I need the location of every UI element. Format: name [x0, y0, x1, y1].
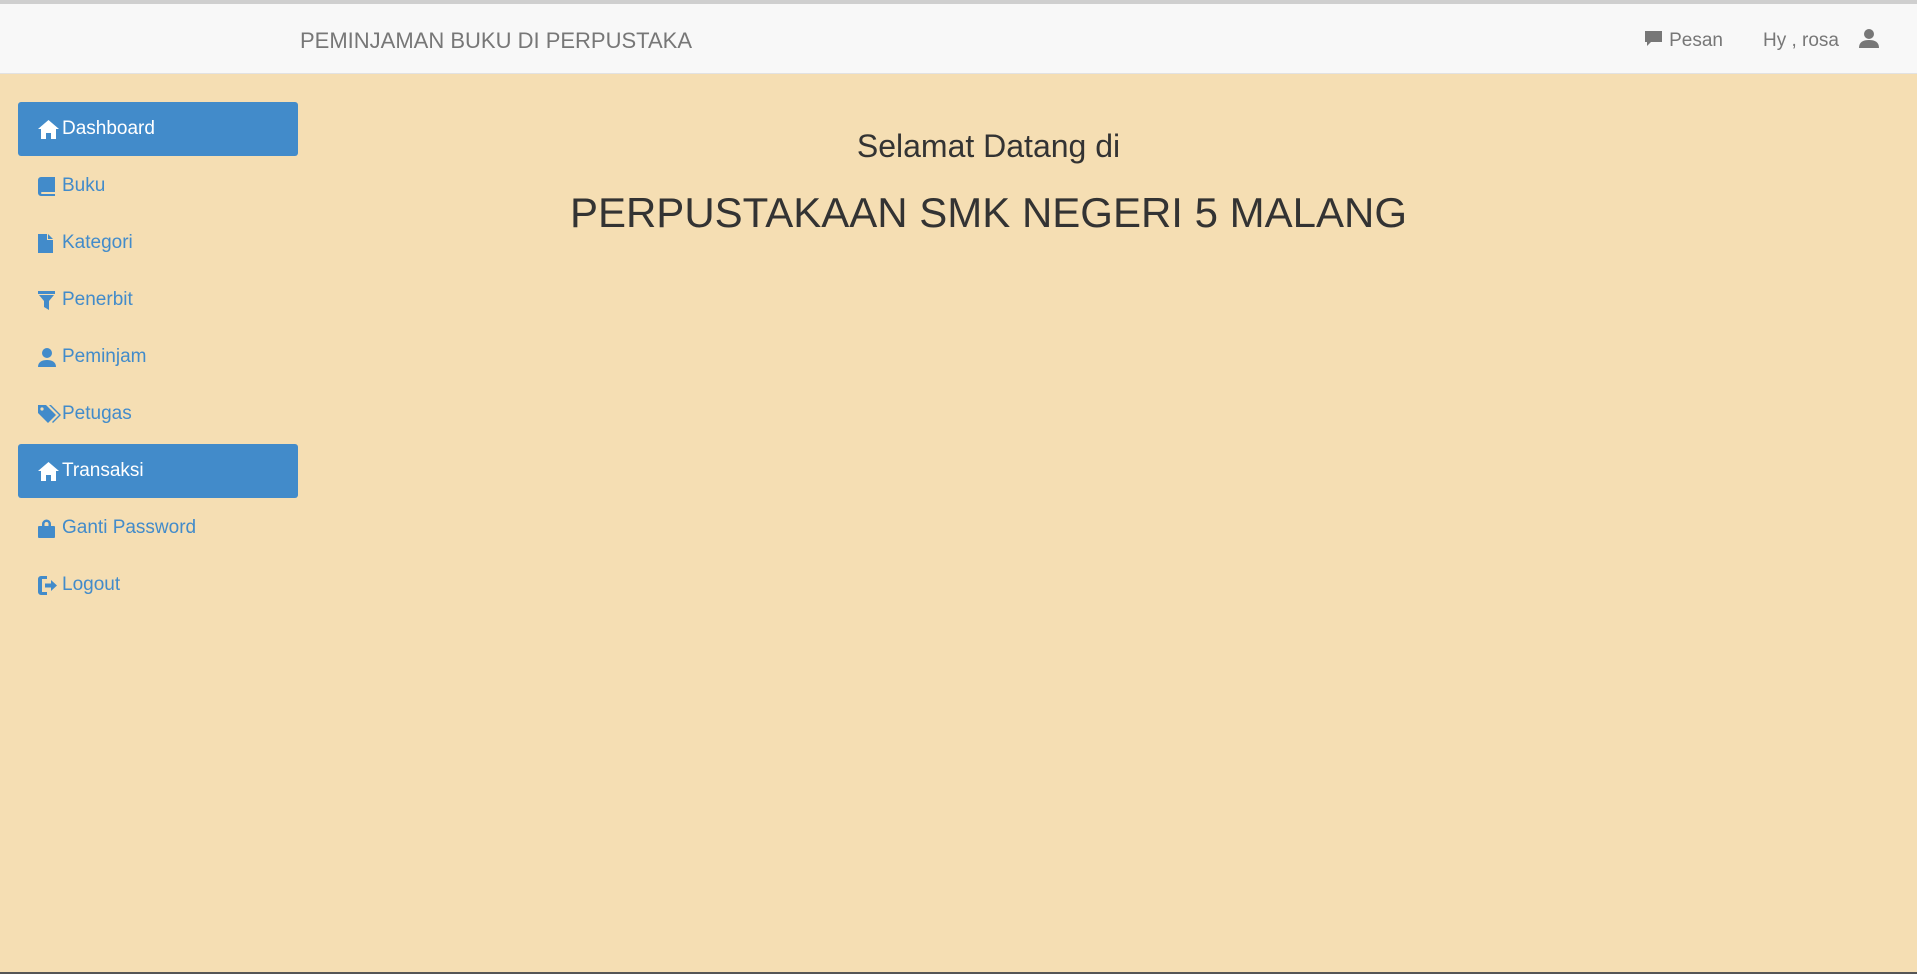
logout-icon [38, 574, 62, 596]
sidebar-item-dashboard[interactable]: Dashboard [18, 102, 298, 156]
book-icon [38, 175, 62, 197]
home-icon [38, 460, 62, 482]
user-icon [38, 346, 62, 368]
sidebar-item-label: Petugas [62, 403, 132, 424]
filter-icon [38, 289, 62, 311]
messages-link[interactable]: Pesan [1644, 30, 1723, 53]
sidebar-item-transaksi[interactable]: Transaksi [18, 444, 298, 498]
sidebar-item-label: Penerbit [62, 289, 133, 310]
school-title: PERPUSTAKAAN SMK NEGERI 5 MALANG [569, 189, 1408, 236]
sidebar-item-label: Dashboard [62, 118, 155, 139]
welcome-heading: Selamat Datang di [856, 128, 1121, 164]
sidebar-item-kategori[interactable]: Kategori [18, 216, 298, 270]
file-icon [38, 232, 62, 254]
sidebar-item-penerbit[interactable]: Penerbit [18, 273, 298, 327]
user-menu[interactable]: Hy , rosa [1763, 28, 1879, 54]
sidebar: Dashboard Buku Kategori Penerbit Peminja… [18, 102, 298, 615]
brand-title[interactable]: PEMINJAMAN BUKU DI PERPUSTAKAAN [300, 28, 692, 54]
user-icon [1859, 28, 1879, 54]
sidebar-item-label: Logout [62, 574, 121, 595]
sidebar-item-peminjam[interactable]: Peminjam [18, 330, 298, 384]
sidebar-item-label: Transaksi [62, 460, 144, 481]
sidebar-item-ganti-password[interactable]: Ganti Password [18, 501, 298, 555]
sidebar-item-buku[interactable]: Buku [18, 159, 298, 213]
user-greeting: Hy , rosa [1762, 30, 1839, 51]
messages-label: Pesan [1669, 30, 1723, 51]
navbar: PEMINJAMAN BUKU DI PERPUSTAKAAN Pesan Hy… [0, 4, 1917, 74]
sidebar-item-petugas[interactable]: Petugas [18, 387, 298, 441]
navbar-right: Pesan Hy , rosa [1644, 28, 1879, 54]
tags-icon [38, 403, 62, 425]
lock-icon [38, 517, 62, 539]
sidebar-item-label: Kategori [62, 232, 133, 253]
home-icon [38, 118, 62, 140]
comment-icon [1644, 30, 1663, 53]
sidebar-item-label: Ganti Password [62, 517, 197, 538]
sidebar-item-label: Peminjam [62, 346, 147, 367]
main-content: Selamat Datang di PERPUSTAKAAN SMK NEGER… [300, 74, 1677, 237]
sidebar-item-logout[interactable]: Logout [18, 558, 298, 612]
sidebar-item-label: Buku [62, 175, 106, 196]
